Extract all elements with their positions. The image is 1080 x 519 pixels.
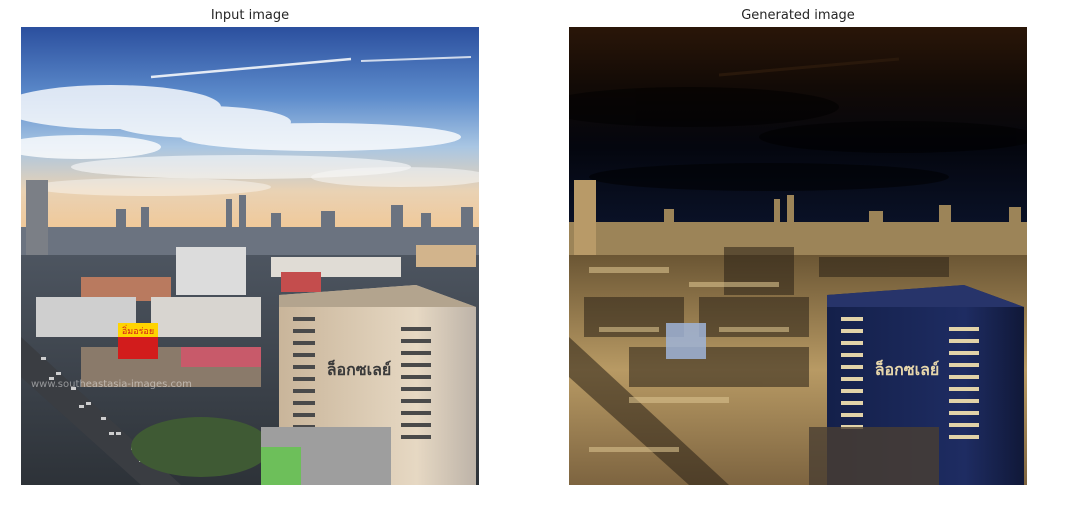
generated-billboard (666, 323, 706, 359)
generated-building-sign-text: ล็อกซเลย์ (875, 358, 940, 379)
input-image-canvas: อิ่มอร่อย ล็อกซเลย์ www.southeastasia-im… (21, 27, 479, 485)
generated-image-title: Generated image (741, 8, 855, 23)
generated-image: ล็อกซเลย์ (569, 27, 1027, 485)
generated-image-canvas: ล็อกซเลย์ (569, 27, 1027, 485)
generated-tower (574, 180, 596, 255)
input-image: อิ่มอร่อย ล็อกซเลย์ www.southeastasia-im… (21, 27, 479, 485)
tower (26, 180, 48, 255)
building-sign-text: ล็อกซเลย์ (327, 358, 392, 379)
input-image-title: Input image (210, 8, 290, 23)
watermark: www.southeastasia-images.com (31, 379, 192, 390)
